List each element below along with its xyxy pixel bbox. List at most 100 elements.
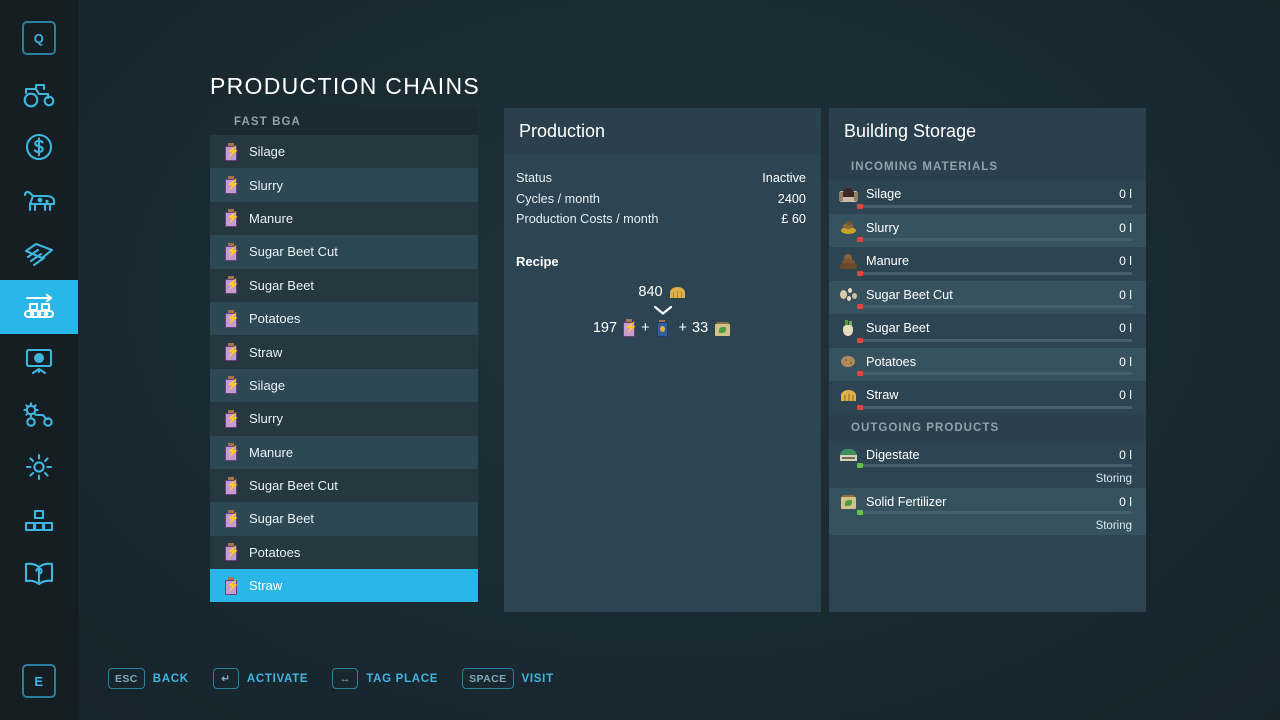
chain-list-item-label: Sugar Beet	[249, 277, 315, 293]
storage-item-name: Sugar Beet	[866, 321, 930, 335]
silage-icon	[839, 185, 858, 204]
chain-list-item[interactable]: Potatoes	[210, 301, 478, 336]
chain-list-item-label: Sugar Beet Cut	[249, 244, 338, 260]
chain-list-item[interactable]: Silage	[210, 135, 478, 169]
potato-icon	[839, 352, 858, 371]
tractor-icon	[22, 82, 56, 108]
storage-fill-bar	[857, 462, 1132, 468]
storage-row[interactable]: Digestate 0 l Storing	[829, 440, 1146, 488]
storage-item-value: 0 l	[1119, 321, 1132, 335]
chain-list-item[interactable]: Sugar Beet	[210, 502, 478, 536]
storage-item-name: Straw	[866, 388, 899, 402]
storage-row[interactable]: Potatoes 0 l	[829, 347, 1146, 381]
sidebar-item-settings[interactable]	[0, 440, 78, 494]
storage-fill-bar	[857, 404, 1132, 410]
sidebar-key-e: E	[22, 664, 56, 698]
money-icon	[24, 132, 54, 162]
storage-status-dot	[857, 404, 863, 410]
chain-list-item[interactable]: Straw	[210, 335, 478, 369]
storage-item-value: 0 l	[1119, 220, 1132, 235]
chain-list-item-label: Straw	[249, 578, 283, 594]
battery-icon	[224, 209, 240, 228]
storage-item-name: Solid Fertilizer	[866, 494, 947, 509]
battery-icon	[224, 509, 240, 528]
digestate-bottle-icon	[655, 319, 674, 338]
storage-status-dot	[857, 203, 863, 209]
key-hint[interactable]: ↵ ACTIVATE	[212, 668, 308, 689]
chain-list-item-label: Silage	[249, 377, 286, 393]
chain-list-item-label: Sugar Beet Cut	[249, 478, 338, 494]
storage-row[interactable]: Silage 0 l	[829, 180, 1146, 214]
battery-icon	[224, 376, 240, 395]
recipe-diagram: 840 197 + +33	[504, 283, 821, 338]
sidebar-item-vehicles[interactable]	[0, 68, 78, 122]
chevron-down-icon	[504, 304, 821, 316]
key-hint[interactable]: SPACE VISIT	[462, 668, 554, 689]
storage-item-state: Storing	[1095, 519, 1132, 532]
sugar-beet-icon	[839, 319, 858, 338]
key-hint[interactable]: ESC BACK	[108, 668, 189, 689]
production-stat-row: Cycles / month 2400	[516, 189, 806, 210]
cow-icon	[21, 188, 57, 214]
storage-fill-bar	[857, 337, 1132, 343]
production-stat-label: Status	[516, 171, 552, 186]
chain-list-item[interactable]: Silage	[210, 368, 478, 403]
chain-list-item-label: Sugar Beet	[249, 511, 315, 527]
storage-row[interactable]: Manure 0 l	[829, 247, 1146, 281]
storage-panel-header: Building Storage	[829, 108, 1146, 154]
storage-row-top: Potatoes 0 l	[839, 348, 1132, 373]
production-panel-header: Production	[504, 108, 821, 154]
left-sidebar: Q E	[0, 0, 78, 720]
production-stat-label: Production Costs / month	[516, 212, 659, 227]
storage-status-dot	[857, 270, 863, 276]
storage-item-name: Slurry	[866, 220, 900, 235]
storage-fill-bar	[857, 371, 1132, 376]
production-stat-row: Status Inactive	[516, 168, 806, 189]
sidebar-item-animals[interactable]	[0, 174, 78, 228]
sidebar-item-help[interactable]	[0, 546, 78, 600]
sidebar-item-vehicle-settings[interactable]	[0, 388, 78, 442]
recipe-inputs: 840	[504, 283, 821, 302]
chain-list-item[interactable]: Sugar Beet	[210, 268, 478, 302]
storage-item-name: Digestate	[866, 447, 920, 462]
chain-list-item[interactable]: Slurry	[210, 402, 478, 436]
manure-icon	[839, 252, 858, 271]
chain-list-item[interactable]: Manure	[210, 201, 478, 236]
key-hint[interactable]: ↔ TAG PLACE	[332, 668, 438, 689]
key-hint-keycap: ESC	[108, 668, 145, 689]
sidebar-item-finances[interactable]	[0, 120, 78, 174]
sidebar-item-statistics[interactable]	[0, 334, 78, 388]
storage-status-dot	[857, 509, 863, 515]
chain-list-item-label: Manure	[249, 210, 294, 226]
storage-row[interactable]: Sugar Beet Cut 0 l	[829, 280, 1146, 314]
storage-status-dot	[857, 462, 863, 468]
storage-row[interactable]: Sugar Beet 0 l	[829, 314, 1146, 348]
storage-item-name: Potatoes	[866, 354, 917, 369]
storage-status-dot	[857, 337, 863, 343]
chain-list-item[interactable]: Manure	[210, 435, 478, 469]
production-stats: Status Inactive Cycles / month 2400 Producti…	[504, 154, 821, 230]
key-hint-keycap: ↔	[332, 668, 359, 689]
chain-list-item[interactable]: Sugar Beet Cut	[210, 235, 478, 269]
recipe-separator: +	[641, 320, 650, 337]
chain-list-item[interactable]: Potatoes	[210, 535, 478, 570]
sidebar-item-contracts[interactable]	[0, 228, 78, 282]
storage-row[interactable]: Solid Fertilizer 0 l Storing	[829, 487, 1146, 535]
blocks-icon	[24, 509, 54, 533]
storage-row[interactable]: Slurry 0 l	[829, 213, 1146, 247]
chain-list-item[interactable]: Slurry	[210, 168, 478, 202]
sidebar-item-production[interactable]	[0, 280, 78, 334]
key-hint-bar: ESC BACK ↵ ACTIVATE ↔ TAG PLACE SPACE VISIT	[108, 668, 554, 689]
chain-list-item-label: Silage	[249, 144, 286, 160]
storage-row[interactable]: Straw 0 l	[829, 381, 1146, 415]
storage-item-value: 0 l	[1119, 254, 1132, 268]
production-chains-screen: Q E PRODUCTION CHAINS FAST BGA Silage Sl…	[0, 0, 1280, 720]
sugar-beet-cut-icon	[839, 285, 858, 304]
sidebar-item-construction[interactable]	[0, 494, 78, 548]
battery-icon	[622, 319, 638, 338]
battery-icon	[224, 343, 240, 362]
chain-list-item[interactable]: Sugar Beet Cut	[210, 468, 478, 503]
chain-list-item[interactable]: Straw	[210, 569, 478, 603]
battery-icon	[224, 409, 240, 428]
production-chain-icon	[21, 293, 57, 321]
